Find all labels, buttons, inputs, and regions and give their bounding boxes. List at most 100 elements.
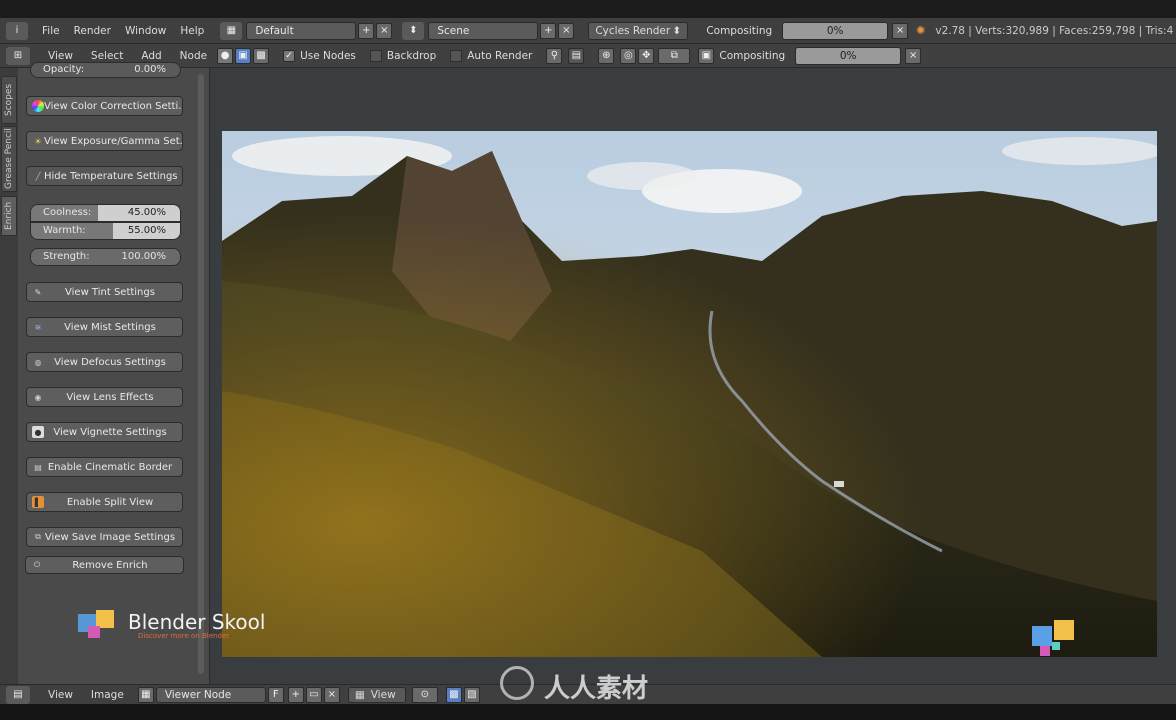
remove-layout-button[interactable]: ×	[376, 22, 393, 39]
save-image-icon: ⧉	[35, 532, 41, 541]
scene-field[interactable]: Scene	[428, 21, 539, 40]
hide-temperature-label: Hide Temperature Settings	[44, 170, 178, 182]
menu-window[interactable]: Window	[125, 25, 166, 37]
tab-scopes[interactable]: Scopes	[1, 76, 17, 124]
info-header: i File Render Window Help ▦ Default + × …	[0, 18, 1176, 44]
remove-enrich-label: Remove Enrich	[72, 559, 148, 571]
save-image-label: View Save Image Settings	[44, 531, 176, 543]
view-mode-select[interactable]: ▦ View	[347, 686, 406, 703]
remove-enrich-button[interactable]: ⏻ Remove Enrich	[25, 556, 184, 574]
landscape-render	[222, 131, 1157, 657]
view-color-correction-button[interactable]: View Color Correction Setti...	[26, 96, 183, 116]
snap-element-icon[interactable]: ✥	[638, 47, 655, 64]
view-lens-effects-button[interactable]: ◉ View Lens Effects	[26, 387, 183, 407]
view-save-image-button[interactable]: ⧉ View Save Image Settings	[26, 527, 183, 547]
info-editor-icon[interactable]: i	[6, 21, 28, 40]
auto-render-label: Auto Render	[467, 49, 533, 62]
auto-render-checkbox[interactable]	[450, 49, 463, 62]
remove-scene-button[interactable]: ×	[558, 22, 575, 39]
pivot-icon[interactable]: ⊙	[411, 686, 438, 703]
cancel-compositing-button[interactable]: ×	[905, 47, 922, 64]
split-view-icon: ▌	[32, 496, 44, 508]
image-editor-type-icon[interactable]: ▤	[6, 685, 30, 704]
color-correction-label: View Color Correction Setti...	[44, 100, 182, 112]
tint-label: View Tint Settings	[65, 286, 155, 298]
tab-grease-pencil[interactable]: Grease Pencil	[1, 126, 17, 192]
render-progress-bar: 0%	[782, 21, 889, 40]
add-layout-button[interactable]: +	[358, 22, 375, 39]
menu-render[interactable]: Render	[74, 25, 111, 37]
lens-effects-label: View Lens Effects	[66, 391, 154, 403]
warmth-slider[interactable]: Warmth: 55.00%	[30, 222, 181, 240]
blender-logo-icon: ✺	[916, 24, 926, 37]
coolness-label: Coolness:	[43, 207, 92, 218]
cinematic-border-label: Enable Cinematic Border	[47, 461, 173, 473]
view-mode-icon: ▦	[354, 688, 365, 701]
copy-paste-icon[interactable]: ⧉	[658, 47, 691, 64]
split-view-label: Enable Split View	[66, 496, 154, 508]
view-defocus-button[interactable]: ◍ View Defocus Settings	[26, 352, 183, 372]
opacity-label: Opacity:	[43, 64, 85, 75]
parent-node-icon[interactable]: ▤	[568, 47, 585, 64]
new-image-button[interactable]: +	[287, 686, 304, 703]
node-editor-type-icon[interactable]: ⊞	[6, 46, 30, 65]
texture-nodes-icon[interactable]: ▩	[253, 47, 270, 64]
tab-enrich[interactable]: Enrich	[1, 196, 17, 236]
snap-target-icon[interactable]: ◎	[620, 47, 637, 64]
view-mist-button[interactable]: ≋ View Mist Settings	[26, 317, 183, 337]
brush-icon: ✎	[34, 287, 42, 297]
enable-cinematic-border-button[interactable]: ▤ Enable Cinematic Border	[26, 457, 183, 477]
compositing-nodes-icon[interactable]: ▣	[235, 47, 252, 64]
menu-view-bottom[interactable]: View	[48, 689, 73, 701]
view-exposure-gamma-button[interactable]: ☀ View Exposure/Gamma Set...	[26, 131, 183, 151]
sidebar-scrollbar[interactable]	[196, 68, 206, 678]
menu-select[interactable]: Select	[91, 50, 123, 62]
menu-add[interactable]: Add	[141, 50, 161, 62]
view-tint-button[interactable]: ✎ View Tint Settings	[26, 282, 183, 302]
defocus-icon: ◍	[34, 357, 42, 367]
coolness-slider[interactable]: Coolness: 45.00%	[30, 204, 181, 222]
enable-split-view-button[interactable]: ▌ Enable Split View	[26, 492, 183, 512]
hide-temperature-button[interactable]: ╱ Hide Temperature Settings	[26, 166, 183, 186]
use-nodes-checkbox[interactable]: ✓	[283, 49, 296, 62]
fake-user-button[interactable]: F	[267, 686, 284, 703]
menu-help[interactable]: Help	[180, 25, 204, 37]
unlink-image-button[interactable]: ×	[323, 686, 340, 703]
scene-stats: v2.78 | Verts:320,989 | Faces:259,798 | …	[935, 24, 1174, 37]
add-scene-button[interactable]: +	[540, 22, 557, 39]
backdrop-label: Backdrop	[386, 49, 437, 62]
display-channels-icon[interactable]: ▩	[445, 686, 462, 703]
warmth-value: 55.00%	[127, 225, 166, 236]
layout-icon[interactable]: ▦	[220, 21, 243, 40]
open-image-button[interactable]: ▭	[305, 686, 322, 703]
alpha-channel-icon[interactable]: ▧	[463, 686, 480, 703]
temperature-icon: ╱	[35, 171, 41, 181]
scrollbar-thumb[interactable]	[198, 74, 204, 674]
sidebar-tabs: Scopes Grease Pencil Enrich	[0, 68, 18, 684]
compositing-progress-bar: 0%	[795, 46, 902, 65]
render-engine-select[interactable]: Cycles Render ⬍	[588, 21, 689, 40]
shader-nodes-icon[interactable]: ●	[217, 47, 234, 64]
opacity-slider[interactable]: Opacity: 0.00%	[30, 62, 181, 78]
strength-slider[interactable]: Strength: 100.00%	[30, 248, 181, 266]
compositing-icon: ▣	[698, 47, 715, 64]
scene-icon[interactable]: ⬍	[402, 21, 425, 40]
backdrop-checkbox[interactable]	[369, 49, 382, 62]
snap-icon[interactable]: ⊕	[598, 47, 615, 64]
menu-image[interactable]: Image	[91, 689, 124, 701]
image-browse-icon[interactable]: ▦	[137, 686, 154, 703]
cancel-job-button[interactable]: ×	[892, 22, 909, 39]
view-vignette-button[interactable]: ● View Vignette Settings	[26, 422, 183, 442]
vignette-label: View Vignette Settings	[53, 426, 167, 438]
lens-icon: ◉	[34, 392, 42, 402]
menu-node[interactable]: Node	[180, 50, 207, 62]
menu-file[interactable]: File	[42, 25, 60, 37]
menu-view[interactable]: View	[48, 50, 73, 62]
image-name-field[interactable]: Viewer Node	[155, 686, 266, 703]
site-watermark-text: 人人素材	[544, 674, 649, 704]
mist-label: View Mist Settings	[64, 321, 156, 333]
screen-layout-field[interactable]: Default	[246, 21, 357, 40]
view-mode-value: View	[370, 688, 396, 701]
pin-icon[interactable]: ⚲	[546, 47, 563, 64]
exposure-gamma-label: View Exposure/Gamma Set...	[44, 135, 182, 147]
